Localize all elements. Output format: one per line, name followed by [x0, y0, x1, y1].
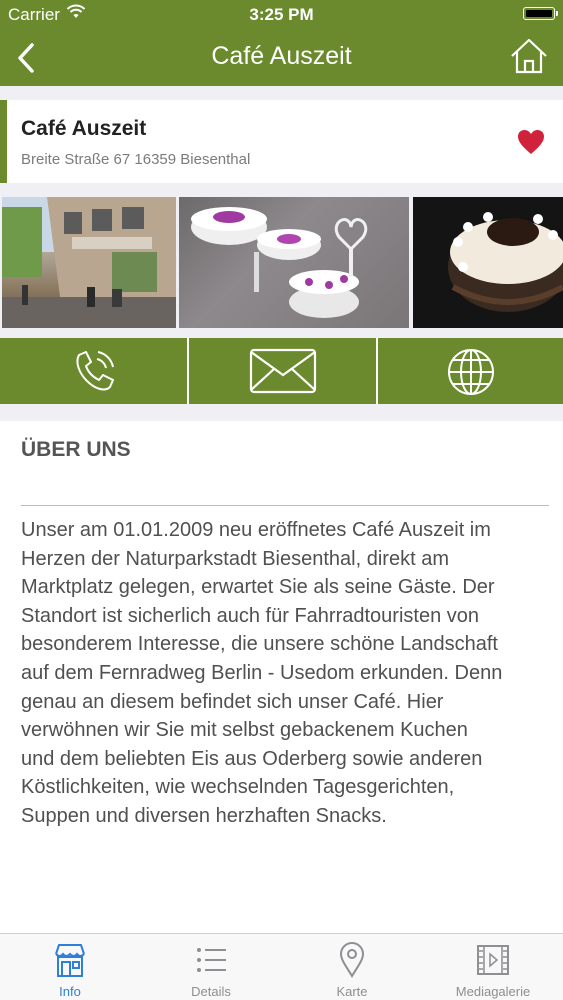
phone-icon [76, 351, 114, 391]
about-line: besonderem Interesse, die unsere schöne … [21, 633, 498, 656]
globe-icon [448, 349, 494, 395]
tab-label: Details [191, 984, 231, 999]
photo-gallery[interactable] [0, 197, 563, 328]
venue-name: Café Auszeit [21, 117, 147, 140]
navigation-bar: Café Auszeit [0, 30, 563, 86]
tab-label: Info [59, 984, 81, 999]
tab-label: Karte [336, 984, 368, 999]
storefront-icon [55, 944, 85, 977]
home-icon[interactable] [509, 36, 549, 76]
about-line: Herzen der Naturparkstadt Biesenthal, di… [21, 547, 449, 570]
about-line: Standort ist sicherlich auch für Fahrrad… [21, 604, 479, 627]
about-section: ÜBER UNS Unser am 01.01.2009 neu eröffne… [0, 421, 563, 933]
film-icon [477, 945, 509, 975]
envelope-icon [249, 348, 317, 394]
tab-mediagalerie[interactable]: Mediagalerie [423, 934, 563, 1000]
divider [21, 505, 549, 506]
list-icon [197, 948, 226, 972]
tab-map[interactable]: Karte [282, 934, 422, 1000]
chocolate-cake-photo[interactable] [413, 197, 563, 328]
about-line: genau an diesem befindet sich unser Café… [21, 690, 444, 713]
about-line: Köstlichkeiten, wie wechselnden Tagesger… [21, 776, 455, 799]
clock: 3:25 PM [249, 5, 314, 24]
tab-details[interactable]: Details [141, 934, 281, 1000]
about-heading: ÜBER UNS [21, 438, 131, 461]
contact-actions [0, 338, 563, 404]
about-line: Unser am 01.01.2009 neu eröffnetes Café … [21, 519, 491, 541]
venue-header: Café Auszeit Breite Straße 67 16359 Bies… [0, 100, 563, 183]
about-line: Marktplatz gelegen, erwartet Sie als sei… [21, 576, 495, 599]
about-line: verwöhnen wir Sie mit selbst gebackenem … [21, 719, 468, 742]
tab-bar: Info Details Karte Mediagalerie [0, 933, 563, 1000]
page-title: Café Auszeit [211, 42, 352, 70]
website-button[interactable] [378, 338, 563, 404]
cake-stand-photo[interactable] [179, 197, 409, 328]
about-text: Unser am 01.01.2009 neu eröffnetes Café … [21, 516, 551, 831]
email-button[interactable] [189, 338, 376, 404]
status-bar: Carrier 3:25 PM [0, 0, 563, 30]
tab-label: Mediagalerie [455, 984, 531, 999]
about-line: auf dem Fernradweg Berlin - Usedom erkun… [21, 661, 503, 684]
call-button[interactable] [0, 338, 187, 404]
venue-address: Breite Straße 67 16359 Biesenthal [21, 151, 251, 168]
about-line: Suppen und diversen herzhaften Snacks. [21, 804, 387, 827]
heart-icon[interactable] [517, 129, 545, 155]
cafe-exterior-photo[interactable] [2, 197, 176, 328]
about-line: und dem beliebten Eis aus Oderberg sowie… [21, 747, 483, 770]
map-pin-icon [339, 942, 365, 978]
tab-info[interactable]: Info [0, 934, 140, 1000]
battery-icon [523, 7, 558, 20]
